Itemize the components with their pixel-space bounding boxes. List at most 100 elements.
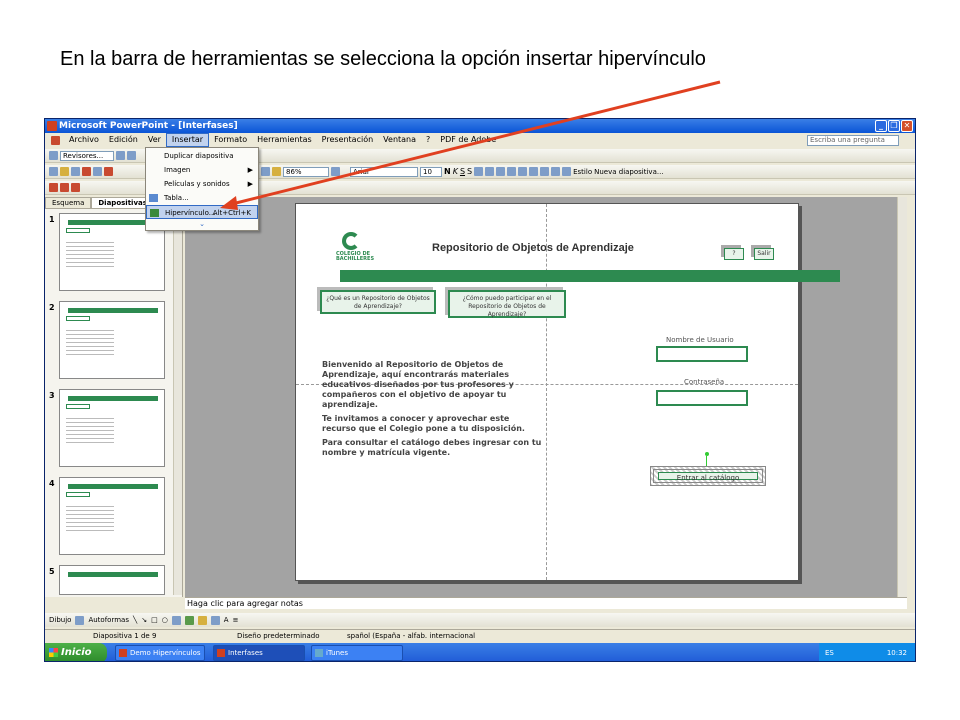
revisores-button[interactable]: Revisores...: [60, 150, 114, 161]
help-icon[interactable]: [331, 167, 340, 176]
pdf-review-icon[interactable]: [71, 183, 80, 192]
help-search-input[interactable]: Escriba una pregunta: [807, 135, 899, 146]
font-grow-icon[interactable]: [529, 167, 539, 176]
task-interfases[interactable]: Interfases: [213, 645, 305, 661]
color-icon[interactable]: [272, 167, 281, 176]
menu-item-duplicate[interactable]: Duplicar diapositiva: [146, 149, 258, 163]
indent-icon[interactable]: [551, 167, 561, 176]
menu-ver[interactable]: Ver: [143, 133, 166, 147]
bold-icon[interactable]: N: [444, 167, 451, 176]
numbering-icon[interactable]: [518, 167, 528, 176]
oval-icon[interactable]: ○: [162, 616, 168, 624]
menu-item-movies[interactable]: Películas y sonidos ▶: [146, 177, 258, 191]
slide-thumbnail-5[interactable]: [59, 565, 165, 595]
slide-title: Repositorio de Objetos de Aprendizaje: [432, 242, 634, 254]
slide-number: 5: [49, 567, 55, 576]
menu-edicion[interactable]: Edición: [104, 133, 143, 147]
canvas-scrollbar[interactable]: [897, 197, 907, 597]
welcome-text: Bienvenido al Repositorio de Objetos de …: [322, 360, 542, 457]
bullets-icon[interactable]: [507, 167, 517, 176]
pdf-create-icon[interactable]: [49, 183, 58, 192]
slide-thumbnail-4[interactable]: [59, 477, 165, 555]
rectangle-icon[interactable]: □: [151, 616, 158, 624]
menu-item-image[interactable]: Imagen ▶: [146, 163, 258, 177]
powerpoint-window: Microsoft PowerPoint - [Interfases] _ ❐ …: [44, 118, 916, 662]
font-shrink-icon[interactable]: [540, 167, 550, 176]
status-language: spañol (España - alfab. internacional: [347, 632, 476, 640]
task-demo[interactable]: Demo Hipervínculos: [115, 645, 205, 661]
menu-herramientas[interactable]: Herramientas: [252, 133, 317, 147]
how-participate-button[interactable]: ¿Cómo puedo participar en el Repositorio…: [448, 290, 566, 318]
zoom-select[interactable]: 86%: [283, 166, 329, 177]
line-color-icon[interactable]: [210, 615, 220, 625]
password-field[interactable]: [656, 390, 748, 406]
hyperlink-icon: [150, 209, 159, 217]
language-indicator[interactable]: ES: [825, 643, 834, 661]
review-icon[interactable]: [49, 151, 58, 160]
draw-menu[interactable]: Dibujo: [49, 616, 71, 624]
menu-insertar[interactable]: Insertar: [165, 133, 210, 147]
status-design: Diseño predeterminado: [237, 632, 320, 640]
text-color-icon[interactable]: A: [224, 616, 229, 624]
menu-expand-icon[interactable]: ⌄: [146, 220, 258, 230]
font-size-select[interactable]: 10: [420, 166, 442, 177]
review-next-icon[interactable]: [127, 151, 136, 160]
menu-item-hyperlink[interactable]: Hipervínculo... Alt+Ctrl+K: [146, 205, 258, 219]
selected-shape[interactable]: Entrar al catálogo: [650, 466, 766, 486]
close-button[interactable]: ✕: [901, 120, 913, 132]
align-center-icon[interactable]: [485, 167, 495, 176]
wordart-icon[interactable]: [184, 615, 194, 625]
autoshapes-menu[interactable]: Autoformas: [88, 616, 129, 624]
new-icon[interactable]: [49, 167, 58, 176]
status-slide: Diapositiva 1 de 9: [93, 632, 157, 640]
save-icon[interactable]: [71, 167, 80, 176]
enter-catalog-button[interactable]: Entrar al catálogo: [658, 472, 758, 482]
menu-item-table[interactable]: Tabla...: [146, 191, 258, 205]
font-color-icon[interactable]: [562, 167, 572, 176]
tab-esquema[interactable]: Esquema: [45, 197, 92, 209]
task-itunes[interactable]: iTunes: [311, 645, 403, 661]
grid-icon[interactable]: [261, 167, 270, 176]
fill-color-icon[interactable]: [197, 615, 207, 625]
notes-area[interactable]: Haga clic para agregar notas: [185, 597, 907, 609]
restore-button[interactable]: ❐: [888, 120, 900, 132]
menu-help[interactable]: ?: [421, 133, 435, 147]
user-label: Nombre de Usuario: [666, 336, 734, 344]
italic-icon[interactable]: K: [453, 167, 458, 176]
powerpoint-icon: [47, 121, 57, 131]
menu-formato[interactable]: Formato: [209, 133, 252, 147]
review-prev-icon[interactable]: [116, 151, 125, 160]
print-icon[interactable]: [93, 167, 102, 176]
shadow-icon[interactable]: S: [467, 167, 472, 176]
underline-icon[interactable]: S: [460, 167, 465, 176]
what-is-button[interactable]: ¿Qué es un Repositorio de Objetos de Apr…: [320, 290, 436, 314]
align-left-icon[interactable]: [474, 167, 484, 176]
minimize-button[interactable]: _: [875, 120, 887, 132]
password-label: Contraseña: [684, 378, 725, 386]
line-icon[interactable]: ╲: [133, 616, 137, 624]
menu-archivo[interactable]: Archivo: [64, 133, 104, 147]
help-slide-button[interactable]: ?: [724, 248, 744, 260]
font-select[interactable]: Arial: [350, 166, 418, 177]
exit-slide-button[interactable]: Salir: [754, 248, 774, 260]
arrow-icon[interactable]: ↘: [141, 616, 147, 624]
panel-scrollbar[interactable]: [173, 211, 182, 595]
align-right-icon[interactable]: [496, 167, 506, 176]
slide-thumbnail-3[interactable]: [59, 389, 165, 467]
open-icon[interactable]: [60, 167, 69, 176]
slide-number: 4: [49, 479, 55, 488]
design-button[interactable]: Estilo: [573, 168, 592, 176]
pdf-email-icon[interactable]: [60, 183, 69, 192]
line-style-icon[interactable]: ≡: [233, 616, 239, 624]
textbox-icon[interactable]: [171, 615, 181, 625]
select-icon[interactable]: [75, 615, 85, 625]
menu-ventana[interactable]: Ventana: [378, 133, 421, 147]
new-slide-button[interactable]: Nueva diapositiva...: [594, 168, 663, 176]
permission-icon[interactable]: [82, 167, 91, 176]
user-field[interactable]: [656, 346, 748, 362]
menu-pdf[interactable]: PDF de Adobe: [435, 133, 501, 147]
research-icon[interactable]: [104, 167, 113, 176]
menu-presentacion[interactable]: Presentación: [317, 133, 379, 147]
slide-thumbnail-2[interactable]: [59, 301, 165, 379]
start-button[interactable]: Inicio: [45, 643, 107, 661]
